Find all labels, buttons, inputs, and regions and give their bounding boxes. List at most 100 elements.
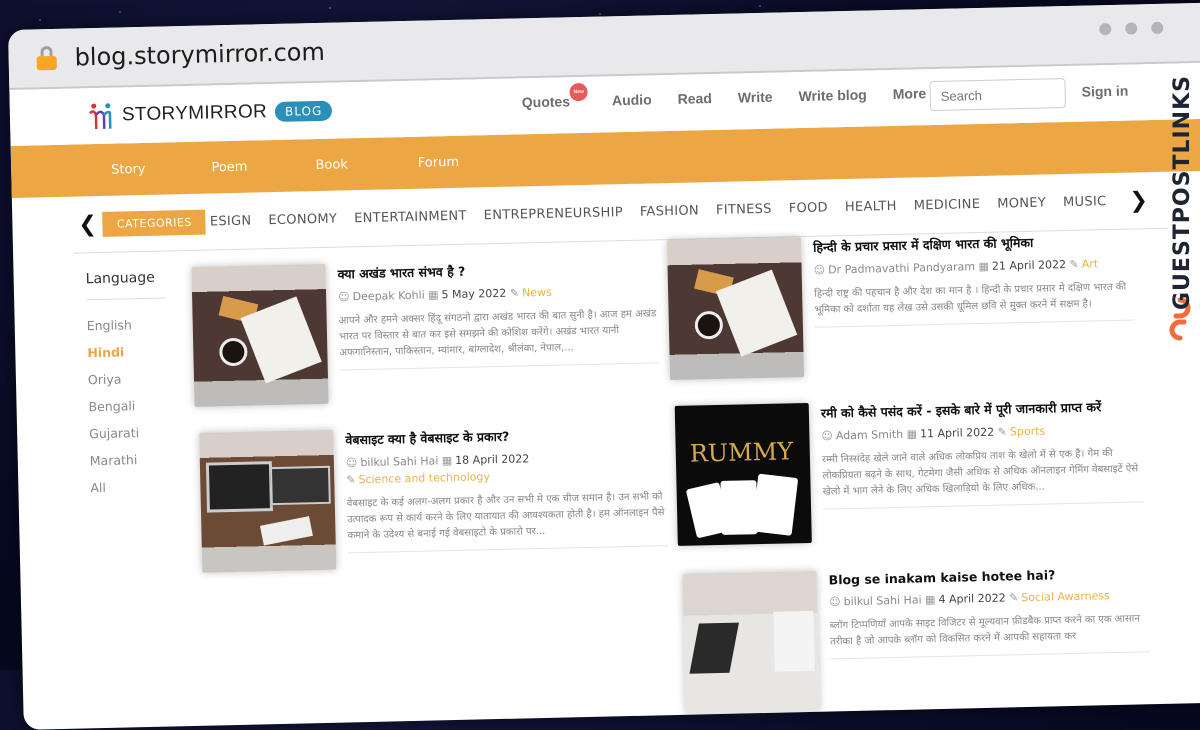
language-title: Language xyxy=(85,269,167,301)
storymirror-logo[interactable]: STORYMIRROR BLOG xyxy=(86,96,333,132)
post-author[interactable]: Dr Padmavathi Pandyaram xyxy=(828,260,975,276)
post-thumbnail[interactable]: RUMMY xyxy=(674,402,812,546)
new-badge: New xyxy=(569,82,588,102)
post-category[interactable]: Science and technology xyxy=(358,470,490,486)
nav-write-blog[interactable]: Write blog xyxy=(798,87,867,105)
post-meta: ☺ bilkul Sahi Hai ▦ 4 April 2022 ✎ Social A… xyxy=(829,588,1149,608)
main-nav: Quotes New Audio Read Write Write blog Mo… xyxy=(521,82,953,111)
nav-quotes-label: Quotes xyxy=(521,93,571,111)
post-excerpt: आपने और हमने अक्सर हिंदू संगठनो द्वारा अ… xyxy=(338,306,660,371)
post-author[interactable]: Adam Smith xyxy=(836,428,904,443)
pen-icon: ✎ xyxy=(509,286,520,300)
user-icon: ☺ xyxy=(821,429,834,443)
post-date: 21 April 2022 xyxy=(991,258,1067,273)
subnav-story[interactable]: Story xyxy=(111,161,146,177)
post-author[interactable]: Deepak Kohli xyxy=(352,289,424,304)
post-author[interactable]: bilkul Sahi Hai xyxy=(844,593,922,608)
nav-read[interactable]: Read xyxy=(677,90,712,107)
calendar-icon: ▦ xyxy=(978,259,990,274)
post-meta: ☺ Adam Smith ▦ 11 April 2022 ✎ Sports xyxy=(821,422,1141,443)
user-icon: ☺ xyxy=(345,456,358,470)
category-item[interactable]: MEDICINE xyxy=(914,196,981,213)
nav-more[interactable]: More xyxy=(893,85,927,102)
post-date: 18 April 2022 xyxy=(455,452,530,467)
post-card: वेबसाइट क्या है वेबसाइट के प्रकार? ☺ bilk… xyxy=(199,422,672,583)
post-thumbnail[interactable] xyxy=(199,429,337,573)
category-item[interactable]: HEALTH xyxy=(845,198,897,214)
category-item[interactable]: FITNESS xyxy=(716,201,772,217)
lock-icon xyxy=(36,45,57,71)
nav-write[interactable]: Write xyxy=(738,89,773,106)
post-category[interactable]: Social Awarness xyxy=(1021,589,1110,604)
post-title[interactable]: Blog se inakam kaise hotee hai? xyxy=(829,565,1149,587)
language-item[interactable]: English xyxy=(87,316,167,333)
language-item[interactable]: All xyxy=(90,478,170,495)
calendar-icon: ▦ xyxy=(906,427,918,441)
pen-icon: ✎ xyxy=(1008,591,1019,605)
categories-label: CATEGORIES xyxy=(102,209,207,237)
window-controls xyxy=(1099,21,1164,36)
post-title[interactable]: रमी को कैसे पसंद करें - इसके बारे में पू… xyxy=(821,397,1141,421)
post-title[interactable]: वेबसाइट क्या है वेबसाइट के प्रकार? xyxy=(345,424,665,448)
user-icon: ☺ xyxy=(829,595,841,609)
search-input[interactable] xyxy=(929,78,1067,112)
post-thumbnail[interactable] xyxy=(191,263,329,407)
post-body: रमी को कैसे पसंद करें - इसके बारे में पू… xyxy=(821,397,1144,510)
browser-window: blog.storymirror.com STORYMIRROR BLOG Qu… xyxy=(8,2,1200,730)
post-card: हिन्दी के प्रचार प्रसार में दक्षिण भारत … xyxy=(666,229,1140,390)
rummy-thumb-text: RUMMY xyxy=(689,437,794,468)
language-item[interactable]: Marathi xyxy=(90,451,170,468)
pen-icon: ✎ xyxy=(1069,257,1079,271)
category-item[interactable]: ECONOMY xyxy=(268,211,337,228)
post-title[interactable]: क्या अखंड भारत संभव है ? xyxy=(337,258,657,282)
chevron-right-icon[interactable]: ❯ xyxy=(1129,188,1148,213)
post-card: क्या अखंड भारत संभव है ? ☺ Deepak Kohli ▦… xyxy=(191,256,664,417)
post-category[interactable]: Sports xyxy=(1010,425,1046,439)
post-category[interactable]: Art xyxy=(1082,257,1099,270)
post-excerpt: वेबसाइट के कई अलग-अलग प्रकार है और उन सभ… xyxy=(346,489,668,554)
logo-mark-icon xyxy=(89,103,112,130)
post-meta: ☺ Dr Padmavathi Pandyaram ▦ 21 April 2022 … xyxy=(813,257,1134,277)
category-item[interactable]: MUSIC xyxy=(1063,194,1107,210)
category-item[interactable]: ENTERTAINMENT xyxy=(354,208,467,226)
pen-icon: ✎ xyxy=(346,473,356,487)
post-body: क्या अखंड भारत संभव है ? ☺ Deepak Kohli ▦… xyxy=(337,258,660,371)
language-item[interactable]: Oriya xyxy=(88,370,168,388)
dot-icon[interactable] xyxy=(1125,22,1138,35)
category-item[interactable]: FOOD xyxy=(789,200,828,216)
dot-icon[interactable] xyxy=(1151,21,1164,35)
language-item[interactable]: Gujarati xyxy=(89,424,169,441)
post-thumbnail[interactable] xyxy=(682,570,820,714)
subnav-poem[interactable]: Poem xyxy=(211,159,247,175)
subnav-book[interactable]: Book xyxy=(315,157,348,173)
category-list: ESIGN ECONOMY ENTERTAINMENT ENTREPRENEUR… xyxy=(210,193,1124,229)
pen-icon: ✎ xyxy=(997,425,1008,439)
post-author[interactable]: bilkul Sahi Hai xyxy=(360,454,438,469)
language-item-active[interactable]: Hindi xyxy=(87,343,167,360)
category-item[interactable]: FASHION xyxy=(640,203,699,219)
post-title[interactable]: हिन्दी के प्रचार प्रसार में दक्षिण भारत … xyxy=(813,232,1133,256)
post-excerpt: ब्लॉग टिप्पणियाँ आपके साइट विजिटर से मूल… xyxy=(829,611,1151,660)
post-date: 4 April 2022 xyxy=(938,591,1006,607)
nav-audio[interactable]: Audio xyxy=(612,91,652,108)
category-item[interactable]: ENTREPRENEURSHIP xyxy=(484,205,624,223)
category-item[interactable]: MONEY xyxy=(997,195,1046,211)
nav-quotes[interactable]: Quotes New xyxy=(521,82,588,111)
post-date: 5 May 2022 xyxy=(441,286,507,302)
sign-in-link[interactable]: Sign in xyxy=(1081,83,1128,100)
post-category[interactable]: News xyxy=(522,286,552,300)
chevron-left-icon[interactable]: ❮ xyxy=(78,212,97,237)
post-meta-category: ✎ Science and technology xyxy=(346,466,666,486)
url-text[interactable]: blog.storymirror.com xyxy=(74,38,325,72)
subnav-forum[interactable]: Forum xyxy=(418,154,460,170)
language-item[interactable]: Bengali xyxy=(88,397,168,414)
main-content: Language English Hindi Oriya Bengali Guj… xyxy=(13,227,1200,729)
category-item[interactable]: ESIGN xyxy=(210,213,252,229)
post-thumbnail[interactable] xyxy=(666,237,805,381)
post-meta: ☺ Deepak Kohli ▦ 5 May 2022 ✎ News xyxy=(338,283,658,304)
post-body: वेबसाइट क्या है वेबसाइट के प्रकार? ☺ bilk… xyxy=(345,424,668,554)
user-icon: ☺ xyxy=(813,263,826,277)
post-excerpt: हिन्दी राष्ट्र की पहचान है और देश का मान… xyxy=(814,279,1135,328)
calendar-icon: ▦ xyxy=(441,454,453,468)
dot-icon[interactable] xyxy=(1099,22,1112,36)
